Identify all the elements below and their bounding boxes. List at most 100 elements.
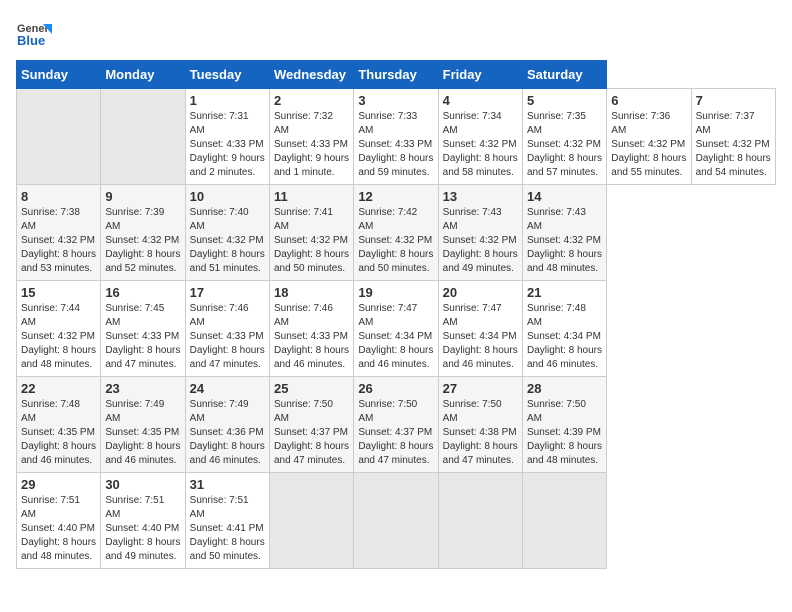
day-number: 17 xyxy=(190,285,265,300)
day-number: 14 xyxy=(527,189,602,204)
calendar-cell: 23 Sunrise: 7:49 AMSunset: 4:35 PMDayligh… xyxy=(101,377,185,473)
day-info: Sunrise: 7:39 AMSunset: 4:32 PMDaylight:… xyxy=(105,206,180,276)
day-info: Sunrise: 7:46 AMSunset: 4:33 PMDaylight:… xyxy=(274,302,349,372)
day-number: 19 xyxy=(358,285,433,300)
day-number: 23 xyxy=(105,381,180,396)
calendar-cell: 28 Sunrise: 7:50 AMSunset: 4:39 PMDayligh… xyxy=(522,377,606,473)
calendar-table: SundayMondayTuesdayWednesdayThursdayFrid… xyxy=(16,60,776,569)
calendar-cell: 7 Sunrise: 7:37 AMSunset: 4:32 PMDaylight… xyxy=(691,89,775,185)
day-number: 13 xyxy=(443,189,518,204)
week-row-3: 15 Sunrise: 7:44 AMSunset: 4:32 PMDayligh… xyxy=(17,281,776,377)
calendar-cell: 12Sunrise: 7:42 AMSunset: 4:32 PMDayligh… xyxy=(354,185,438,281)
calendar-cell: 1 Sunrise: 7:31 AMSunset: 4:33 PMDaylight… xyxy=(185,89,269,185)
day-number: 9 xyxy=(105,189,180,204)
day-number: 30 xyxy=(105,477,180,492)
day-number: 28 xyxy=(527,381,602,396)
calendar-cell: 30 Sunrise: 7:51 AMSunset: 4:40 PMDayligh… xyxy=(101,473,185,569)
day-info: Sunrise: 7:46 AMSunset: 4:33 PMDaylight:… xyxy=(190,302,265,372)
calendar-cell: 16 Sunrise: 7:45 AMSunset: 4:33 PMDayligh… xyxy=(101,281,185,377)
calendar-cell xyxy=(17,89,101,185)
logo: General Blue xyxy=(16,16,52,52)
calendar-cell: 13 Sunrise: 7:43 AMSunset: 4:32 PMDayligh… xyxy=(438,185,522,281)
day-info: Sunrise: 7:43 AMSunset: 4:32 PMDaylight:… xyxy=(443,206,518,276)
week-row-5: 29 Sunrise: 7:51 AMSunset: 4:40 PMDayligh… xyxy=(17,473,776,569)
day-number: 2 xyxy=(274,93,349,108)
calendar-cell: 18 Sunrise: 7:46 AMSunset: 4:33 PMDayligh… xyxy=(269,281,353,377)
week-row-4: 22Sunrise: 7:48 AMSunset: 4:35 PMDayligh… xyxy=(17,377,776,473)
week-row-2: 8Sunrise: 7:38 AMSunset: 4:32 PMDaylight… xyxy=(17,185,776,281)
day-info: Sunrise: 7:50 AMSunset: 4:37 PMDaylight:… xyxy=(274,398,349,468)
calendar-cell: 29 Sunrise: 7:51 AMSunset: 4:40 PMDayligh… xyxy=(17,473,101,569)
day-info: Sunrise: 7:34 AMSunset: 4:32 PMDaylight:… xyxy=(443,110,518,180)
day-number: 5 xyxy=(527,93,602,108)
calendar-cell: 17 Sunrise: 7:46 AMSunset: 4:33 PMDayligh… xyxy=(185,281,269,377)
calendar-cell: 31 Sunrise: 7:51 AMSunset: 4:41 PMDayligh… xyxy=(185,473,269,569)
day-number: 18 xyxy=(274,285,349,300)
header-cell-wednesday: Wednesday xyxy=(269,61,353,89)
calendar-cell: 9 Sunrise: 7:39 AMSunset: 4:32 PMDaylight… xyxy=(101,185,185,281)
day-info: Sunrise: 7:47 AMSunset: 4:34 PMDaylight:… xyxy=(443,302,518,372)
calendar-cell xyxy=(101,89,185,185)
day-info: Sunrise: 7:49 AMSunset: 4:36 PMDaylight:… xyxy=(190,398,265,468)
logo-bird-icon: General Blue xyxy=(16,16,52,52)
calendar-cell: 5 Sunrise: 7:35 AMSunset: 4:32 PMDaylight… xyxy=(522,89,606,185)
day-number: 1 xyxy=(190,93,265,108)
day-info: Sunrise: 7:50 AMSunset: 4:39 PMDaylight:… xyxy=(527,398,602,468)
day-number: 21 xyxy=(527,285,602,300)
day-info: Sunrise: 7:38 AMSunset: 4:32 PMDaylight:… xyxy=(21,206,96,276)
header-cell-friday: Friday xyxy=(438,61,522,89)
calendar-cell: 15 Sunrise: 7:44 AMSunset: 4:32 PMDayligh… xyxy=(17,281,101,377)
header-cell-thursday: Thursday xyxy=(354,61,438,89)
day-info: Sunrise: 7:45 AMSunset: 4:33 PMDaylight:… xyxy=(105,302,180,372)
day-number: 29 xyxy=(21,477,96,492)
calendar-cell: 26Sunrise: 7:50 AMSunset: 4:37 PMDayligh… xyxy=(354,377,438,473)
day-number: 10 xyxy=(190,189,265,204)
calendar-cell: 8Sunrise: 7:38 AMSunset: 4:32 PMDaylight… xyxy=(17,185,101,281)
day-number: 27 xyxy=(443,381,518,396)
day-info: Sunrise: 7:37 AMSunset: 4:32 PMDaylight:… xyxy=(696,110,771,180)
day-number: 3 xyxy=(358,93,433,108)
day-info: Sunrise: 7:31 AMSunset: 4:33 PMDaylight:… xyxy=(190,110,265,180)
day-number: 20 xyxy=(443,285,518,300)
day-info: Sunrise: 7:47 AMSunset: 4:34 PMDaylight:… xyxy=(358,302,433,372)
day-number: 6 xyxy=(611,93,686,108)
day-info: Sunrise: 7:32 AMSunset: 4:33 PMDaylight:… xyxy=(274,110,349,180)
calendar-cell: 24 Sunrise: 7:49 AMSunset: 4:36 PMDayligh… xyxy=(185,377,269,473)
day-info: Sunrise: 7:40 AMSunset: 4:32 PMDaylight:… xyxy=(190,206,265,276)
calendar-cell: 3 Sunrise: 7:33 AMSunset: 4:33 PMDaylight… xyxy=(354,89,438,185)
day-info: Sunrise: 7:35 AMSunset: 4:32 PMDaylight:… xyxy=(527,110,602,180)
header-cell-monday: Monday xyxy=(101,61,185,89)
calendar-cell xyxy=(269,473,353,569)
day-info: Sunrise: 7:33 AMSunset: 4:33 PMDaylight:… xyxy=(358,110,433,180)
day-number: 26 xyxy=(358,381,433,396)
week-row-1: 1 Sunrise: 7:31 AMSunset: 4:33 PMDaylight… xyxy=(17,89,776,185)
day-info: Sunrise: 7:51 AMSunset: 4:40 PMDaylight:… xyxy=(21,494,96,564)
svg-text:Blue: Blue xyxy=(17,33,45,48)
calendar-cell: 2 Sunrise: 7:32 AMSunset: 4:33 PMDaylight… xyxy=(269,89,353,185)
day-info: Sunrise: 7:36 AMSunset: 4:32 PMDaylight:… xyxy=(611,110,686,180)
day-info: Sunrise: 7:44 AMSunset: 4:32 PMDaylight:… xyxy=(21,302,96,372)
day-info: Sunrise: 7:42 AMSunset: 4:32 PMDaylight:… xyxy=(358,206,433,276)
day-number: 15 xyxy=(21,285,96,300)
calendar-cell: 11Sunrise: 7:41 AMSunset: 4:32 PMDayligh… xyxy=(269,185,353,281)
day-info: Sunrise: 7:50 AMSunset: 4:38 PMDaylight:… xyxy=(443,398,518,468)
day-info: Sunrise: 7:43 AMSunset: 4:32 PMDaylight:… xyxy=(527,206,602,276)
day-number: 25 xyxy=(274,381,349,396)
day-number: 16 xyxy=(105,285,180,300)
day-number: 7 xyxy=(696,93,771,108)
calendar-cell: 4Sunrise: 7:34 AMSunset: 4:32 PMDaylight… xyxy=(438,89,522,185)
day-info: Sunrise: 7:49 AMSunset: 4:35 PMDaylight:… xyxy=(105,398,180,468)
calendar-cell xyxy=(354,473,438,569)
day-info: Sunrise: 7:41 AMSunset: 4:32 PMDaylight:… xyxy=(274,206,349,276)
calendar-cell xyxy=(522,473,606,569)
day-number: 24 xyxy=(190,381,265,396)
day-info: Sunrise: 7:51 AMSunset: 4:40 PMDaylight:… xyxy=(105,494,180,564)
day-info: Sunrise: 7:48 AMSunset: 4:34 PMDaylight:… xyxy=(527,302,602,372)
header-cell-saturday: Saturday xyxy=(522,61,606,89)
day-number: 31 xyxy=(190,477,265,492)
header-cell-sunday: Sunday xyxy=(17,61,101,89)
day-info: Sunrise: 7:48 AMSunset: 4:35 PMDaylight:… xyxy=(21,398,96,468)
header: General Blue xyxy=(16,16,776,52)
day-info: Sunrise: 7:51 AMSunset: 4:41 PMDaylight:… xyxy=(190,494,265,564)
header-cell-tuesday: Tuesday xyxy=(185,61,269,89)
